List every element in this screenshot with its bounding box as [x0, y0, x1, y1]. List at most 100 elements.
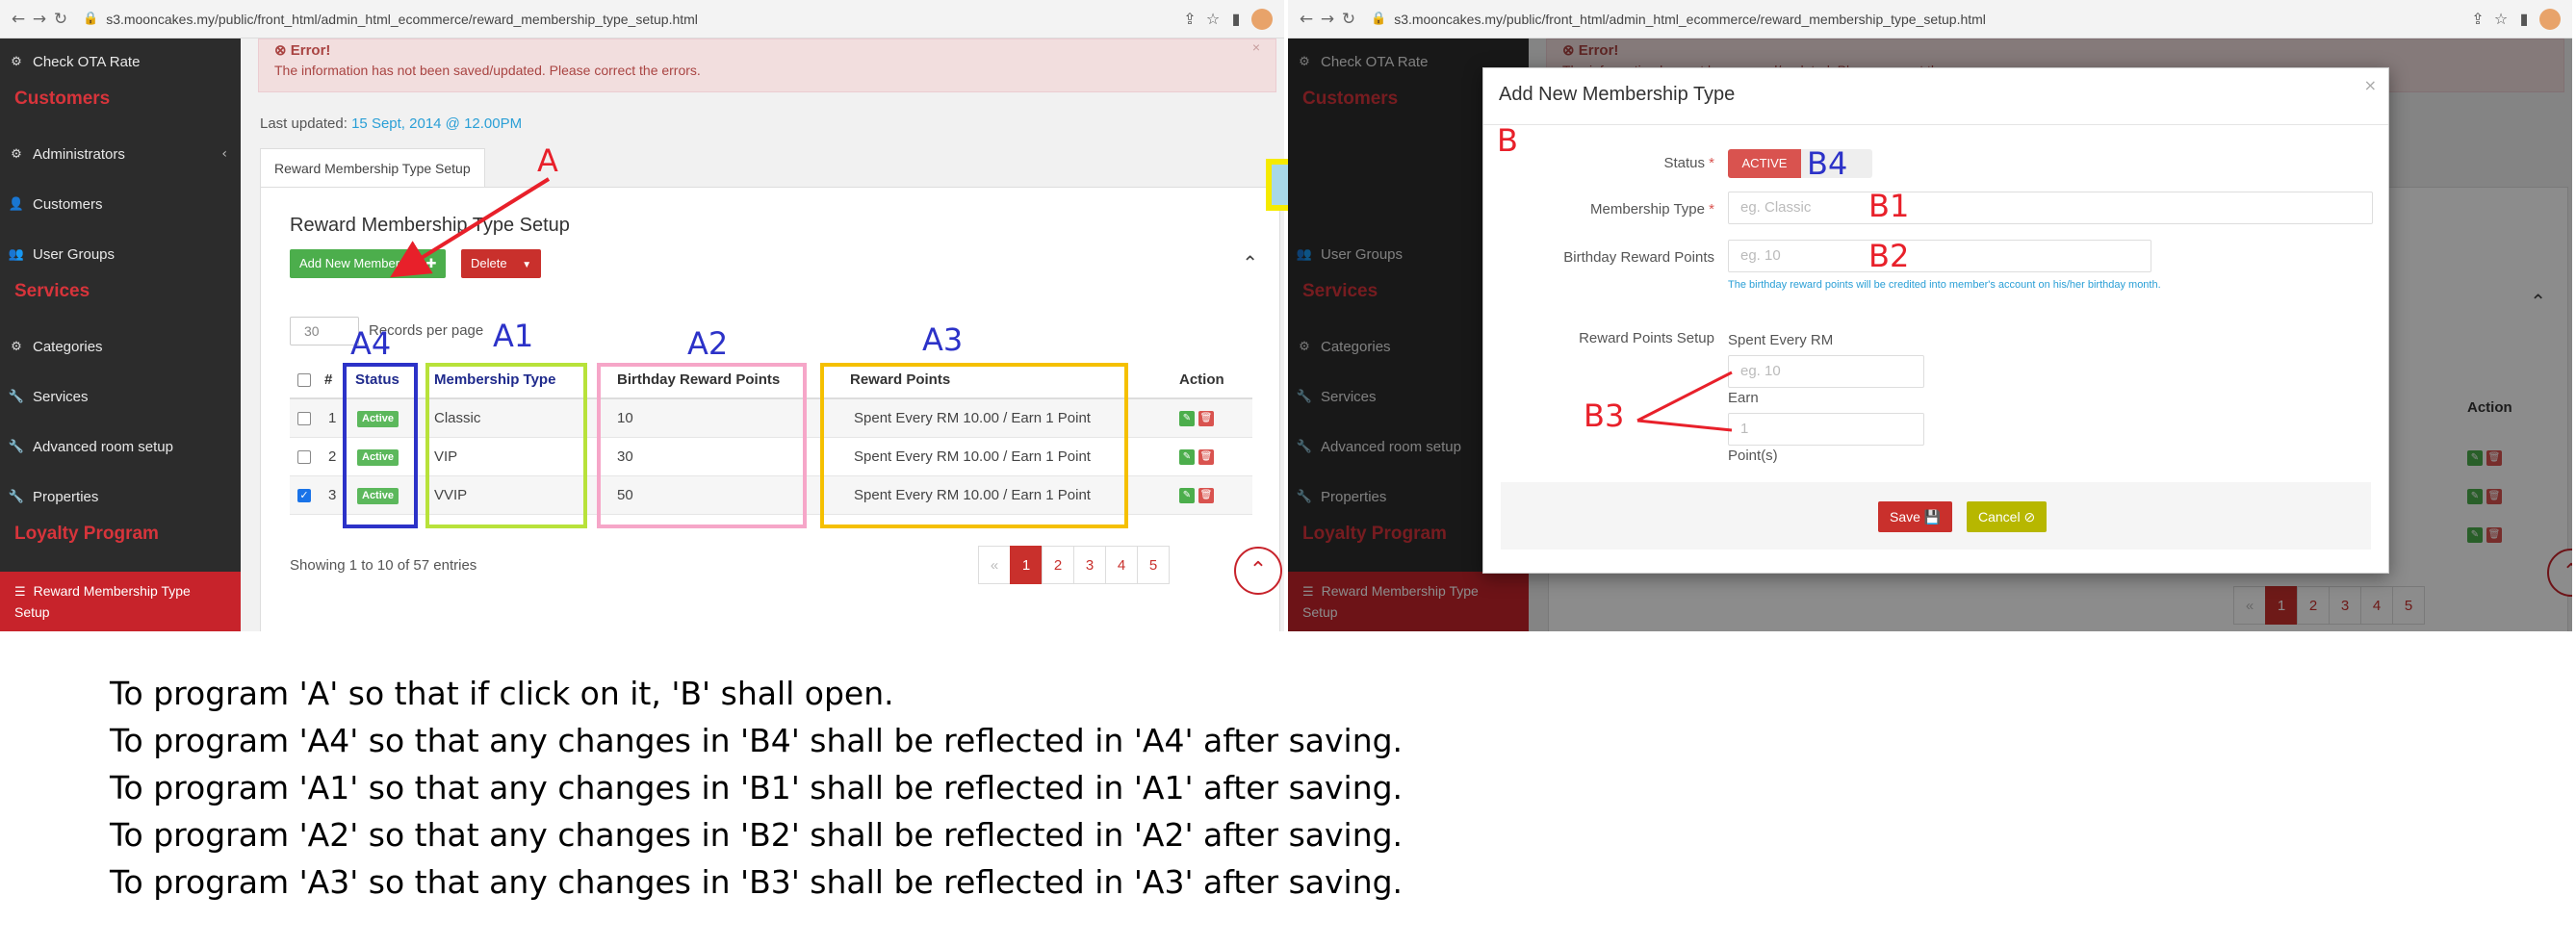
page-2[interactable]: 2 — [1042, 546, 1074, 584]
save-button[interactable]: Save 💾 — [1878, 501, 1953, 532]
back-icon[interactable]: ← — [1296, 10, 1317, 29]
left-screenshot: ← → ↻ 🔒 s3.mooncakes.my/public/front_htm… — [0, 0, 1284, 631]
sidebar-item-customers[interactable]: 👤 Customers — [0, 185, 241, 223]
sidebar-toggle-icon[interactable]: ▮ — [2512, 10, 2536, 28]
chevron-up-icon[interactable]: ⌃ — [1242, 251, 1258, 274]
wrench-icon: 🔧 — [8, 439, 25, 454]
main-content: ⊗ Error! The information has not been sa… — [241, 38, 1284, 631]
caret-down-icon: ▼ — [522, 260, 532, 270]
card-title: Reward Membership Type Setup — [290, 215, 570, 236]
sidebar-item-label: Advanced room setup — [33, 438, 173, 455]
annotation-label-b1: B1 — [1868, 188, 1910, 224]
close-icon[interactable]: × — [1252, 39, 1260, 55]
sidebar-item-user-groups[interactable]: 👥 User Groups — [0, 235, 241, 273]
page-prev[interactable]: « — [978, 546, 1011, 584]
address-bar[interactable]: s3.mooncakes.my/public/front_html/admin_… — [1394, 12, 2466, 27]
tab-reward-membership-type-setup[interactable]: Reward Membership Type Setup — [260, 148, 485, 187]
profile-avatar[interactable] — [1251, 8, 1273, 30]
row-num: 3 — [328, 487, 337, 503]
page-3[interactable]: 3 — [1073, 546, 1106, 584]
sidebar-item-advanced-room-setup[interactable]: 🔧 Advanced room setup — [0, 427, 241, 466]
annotation-box-a2 — [597, 363, 807, 528]
lock-icon[interactable]: 🔒 — [1371, 12, 1386, 26]
cancel-button-label: Cancel — [1978, 509, 2021, 525]
sidebar: ⚙ Check OTA Rate Customers ⚙ Administrat… — [0, 38, 241, 631]
header-action: Action — [1179, 371, 1224, 388]
row-num: 1 — [328, 410, 337, 426]
share-icon[interactable]: ⇪ — [2466, 10, 2489, 28]
row-checkbox[interactable]: ✓ — [297, 489, 311, 502]
status-toggle[interactable]: ACTIVE — [1728, 149, 1872, 178]
page-4[interactable]: 4 — [1105, 546, 1138, 584]
select-all-checkbox[interactable] — [297, 373, 311, 387]
edit-icon[interactable]: ✎ — [1179, 488, 1195, 504]
sidebar-item-reward-membership-type-setup[interactable]: ☰ Reward Membership Type Setup — [0, 572, 241, 631]
row-checkbox[interactable] — [297, 450, 311, 464]
sidebar-item-administrators[interactable]: ⚙ Administrators ‹ — [0, 135, 241, 173]
sidebar-item-properties[interactable]: 🔧 Properties — [0, 477, 241, 516]
membership-type-input[interactable]: eg. Classic — [1728, 192, 2373, 224]
share-icon[interactable]: ⇪ — [1178, 10, 1201, 28]
page-1[interactable]: 1 — [1010, 546, 1043, 584]
forward-icon[interactable]: → — [29, 10, 50, 29]
scroll-to-top-button[interactable]: ⌃ — [1234, 547, 1282, 595]
instruction-line: To program 'A2' so that any changes in '… — [110, 816, 1404, 854]
delete-button[interactable]: Delete ▼ — [461, 249, 542, 278]
annotation-box-a4 — [343, 363, 418, 528]
status-toggle-active: ACTIVE — [1728, 149, 1801, 178]
reload-icon[interactable]: ↻ — [50, 10, 71, 29]
sidebar-item-label: Customers — [33, 195, 103, 213]
plus-icon: ✚ — [425, 256, 437, 270]
gear-icon: ⚙ — [11, 146, 22, 162]
instruction-line: To program 'A' so that if click on it, '… — [110, 675, 894, 712]
list-icon: ☰ — [14, 585, 26, 600]
browser-toolbar: ← → ↻ 🔒 s3.mooncakes.my/public/front_htm… — [1288, 0, 2572, 38]
sidebar-section-customers: Customers — [14, 89, 111, 109]
sidebar-item-label: Categories — [33, 338, 103, 355]
trash-icon[interactable]: 🗑 — [1198, 488, 1214, 504]
error-alert: ⊗ Error! The information has not been sa… — [258, 38, 1276, 92]
edit-icon[interactable]: ✎ — [1179, 411, 1195, 427]
wrench-icon: 🔧 — [8, 489, 25, 504]
reload-icon[interactable]: ↻ — [1338, 10, 1359, 29]
birthday-points-input[interactable]: eg. 10 — [1728, 240, 2151, 272]
bookmark-star-icon[interactable]: ☆ — [2489, 10, 2512, 28]
trash-icon[interactable]: 🗑 — [1198, 449, 1214, 466]
earn-label: Earn — [1728, 390, 1759, 406]
trash-icon[interactable]: 🗑 — [1198, 411, 1214, 427]
sidebar-section-services: Services — [14, 281, 90, 301]
row-checkbox[interactable] — [297, 412, 311, 425]
sidebar-item-services[interactable]: 🔧 Services — [0, 377, 241, 416]
sidebar-item-label: Administrators — [33, 145, 125, 163]
sidebar-toggle-icon[interactable]: ▮ — [1224, 10, 1248, 28]
birthday-points-label: Birthday Reward Points — [1563, 249, 1714, 266]
instruction-line: To program 'A3' so that any changes in '… — [110, 863, 1404, 901]
delete-button-label: Delete — [471, 256, 507, 270]
back-icon[interactable]: ← — [8, 10, 29, 29]
close-icon[interactable]: × — [2364, 76, 2377, 94]
add-new-membership-button[interactable]: Add New Membership ✚ — [290, 249, 447, 278]
wrench-icon: 🔧 — [8, 389, 25, 404]
sidebar-item-categories[interactable]: ⚙ Categories — [0, 327, 241, 366]
sidebar-item-label: Properties — [33, 488, 99, 505]
sidebar-item-label-line2: Setup — [14, 604, 50, 620]
floppy-disk-icon: 💾 — [1923, 509, 1942, 525]
status-label: Status * — [1663, 155, 1714, 171]
forward-icon[interactable]: → — [1317, 10, 1338, 29]
bookmark-star-icon[interactable]: ☆ — [1201, 10, 1224, 28]
spent-every-input[interactable]: eg. 10 — [1728, 355, 1924, 388]
records-per-page-select[interactable]: 30 — [290, 317, 359, 346]
add-membership-modal: Add New Membership Type × Status * ACTIV… — [1482, 67, 2389, 574]
cancel-button[interactable]: Cancel ⊘ — [1967, 501, 2048, 532]
sidebar-item-check-ota-rate[interactable]: ⚙ Check OTA Rate — [0, 42, 241, 81]
instruction-line: To program 'A1' so that any changes in '… — [110, 769, 1404, 806]
address-bar[interactable]: s3.mooncakes.my/public/front_html/admin_… — [106, 12, 1178, 27]
lock-icon[interactable]: 🔒 — [83, 12, 98, 26]
sidebar-item-label: Reward Membership Type — [33, 583, 191, 599]
modal-title: Add New Membership Type — [1499, 84, 1736, 105]
page-5[interactable]: 5 — [1137, 546, 1170, 584]
earn-input[interactable]: 1 — [1728, 413, 1924, 446]
edit-icon[interactable]: ✎ — [1179, 449, 1195, 466]
profile-avatar[interactable] — [2539, 8, 2561, 30]
spent-every-label: Spent Every RM — [1728, 332, 1834, 348]
